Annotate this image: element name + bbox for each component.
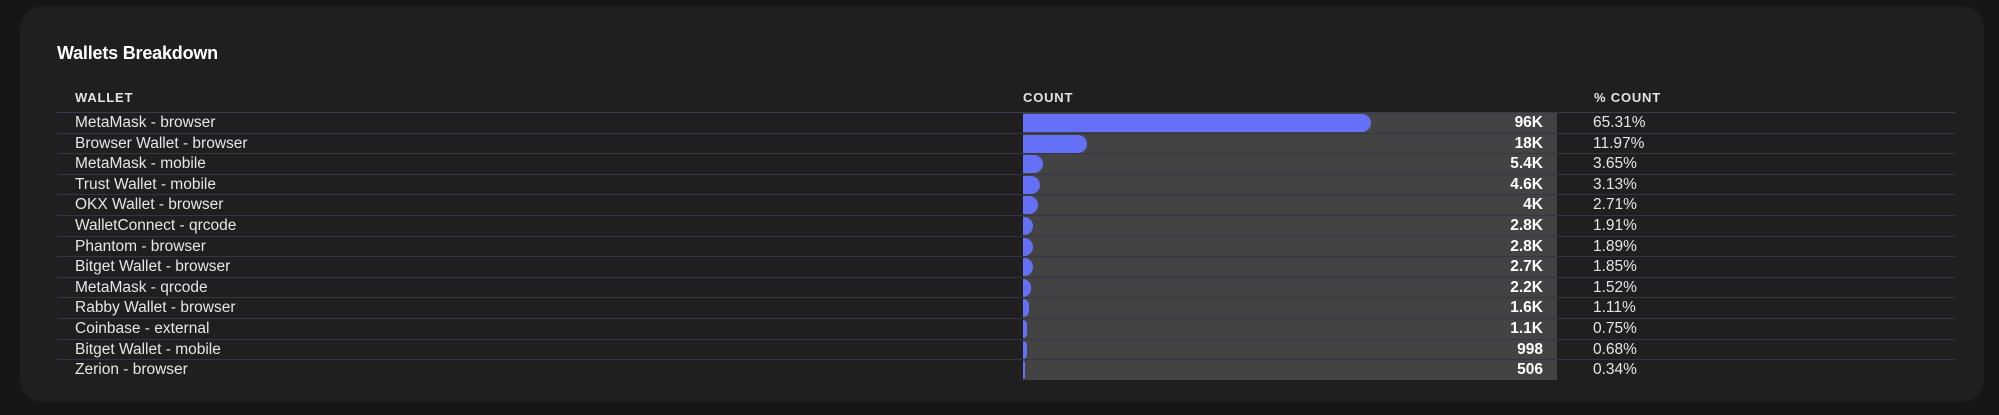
count-value: 96K <box>1514 114 1543 131</box>
count-value: 1.6K <box>1510 299 1543 317</box>
table-row[interactable]: Browser Wallet - browser 18K 11.97% <box>57 132 1955 154</box>
wallet-name: MetaMask - browser <box>75 114 216 131</box>
count-value: 2.8K <box>1510 237 1543 255</box>
pct-count-value: 3.13% <box>1593 175 1637 193</box>
count-bar <box>1023 361 1025 380</box>
count-bar-track: 998 <box>1023 339 1557 360</box>
table-row[interactable]: Bitget Wallet - mobile 998 0.68% <box>57 338 1955 360</box>
table-row[interactable]: Rabby Wallet - browser 1.6K 1.11% <box>57 297 1955 318</box>
pct-count-value: 2.71% <box>1593 196 1637 214</box>
count-bar <box>1023 299 1029 318</box>
count-bar-track: 2.2K <box>1023 277 1557 298</box>
count-bar-track: 1.1K <box>1023 318 1557 339</box>
column-header-pct-count[interactable]: % COUNT <box>1594 90 1661 105</box>
count-value: 4.6K <box>1510 175 1543 193</box>
wallet-name: MetaMask - mobile <box>75 155 206 173</box>
count-value: 18K <box>1514 134 1543 152</box>
wallet-name: Bitget Wallet - mobile <box>75 340 221 358</box>
table-row[interactable]: MetaMask - mobile 5.4K 3.65% <box>57 153 1955 174</box>
count-bar-track: 2.7K <box>1023 257 1557 277</box>
pct-count-value: 3.65% <box>1593 155 1637 173</box>
count-bar <box>1023 319 1027 338</box>
wallet-name: OKX Wallet - browser <box>75 196 224 214</box>
count-bar <box>1023 258 1033 277</box>
table-row[interactable]: Phantom - browser 2.8K 1.89% <box>57 235 1955 257</box>
wallet-name: Bitget Wallet - browser <box>75 258 231 276</box>
table-row[interactable]: MetaMask - browser 96K 65.31% <box>57 112 1955 133</box>
wallet-name: WalletConnect - qrcode <box>75 216 237 234</box>
count-bar-track: 4K <box>1023 195 1557 215</box>
column-header-wallet[interactable]: WALLET <box>75 90 133 105</box>
count-bar-track: 96K <box>1023 113 1557 133</box>
card-title: Wallets Breakdown <box>57 43 218 63</box>
count-value: 2.8K <box>1510 216 1543 234</box>
pct-count-value: 11.97% <box>1593 134 1645 152</box>
wallet-name: Zerion - browser <box>75 361 188 379</box>
count-bar-track: 4.6K <box>1023 174 1557 195</box>
count-bar <box>1023 237 1033 256</box>
wallets-table-body: MetaMask - browser 96K 65.31% Browser Walle… <box>57 112 1955 380</box>
count-bar-track: 5.4K <box>1023 154 1557 174</box>
count-bar <box>1023 340 1027 359</box>
count-bar-track: 1.6K <box>1023 298 1557 318</box>
count-bar <box>1023 278 1031 297</box>
pct-count-value: 1.85% <box>1593 258 1637 276</box>
count-bar <box>1023 155 1043 174</box>
pct-count-value: 0.34% <box>1593 361 1637 379</box>
pct-count-value: 1.52% <box>1593 278 1637 296</box>
pct-count-value: 0.68% <box>1593 340 1637 358</box>
count-bar <box>1023 216 1033 235</box>
count-bar <box>1023 114 1371 132</box>
count-bar <box>1023 175 1040 194</box>
column-header-count[interactable]: COUNT <box>1023 90 1073 105</box>
table-row[interactable]: Bitget Wallet - browser 2.7K 1.85% <box>57 256 1955 277</box>
count-value: 998 <box>1517 340 1543 358</box>
count-bar-track: 2.8K <box>1023 215 1557 236</box>
count-bar <box>1023 196 1038 215</box>
table-row[interactable]: OKX Wallet - browser 4K 2.71% <box>57 194 1955 215</box>
wallet-name: MetaMask - qrcode <box>75 278 208 296</box>
pct-count-value: 1.11% <box>1593 299 1636 317</box>
count-bar-track: 506 <box>1023 360 1557 380</box>
pct-count-value: 1.89% <box>1593 237 1637 255</box>
pct-count-value: 0.75% <box>1593 319 1637 337</box>
table-row[interactable]: MetaMask - qrcode 2.2K 1.52% <box>57 276 1955 298</box>
wallet-name: Coinbase - external <box>75 319 210 337</box>
count-value: 5.4K <box>1510 155 1543 173</box>
table-row[interactable]: Trust Wallet - mobile 4.6K 3.13% <box>57 173 1955 195</box>
wallet-name: Rabby Wallet - browser <box>75 299 236 317</box>
wallet-name: Trust Wallet - mobile <box>75 175 216 193</box>
count-value: 4K <box>1523 196 1543 214</box>
table-row[interactable]: Zerion - browser 506 0.34% <box>57 359 1955 380</box>
table-row[interactable]: Coinbase - external 1.1K 0.75% <box>57 317 1955 339</box>
count-bar-track: 2.8K <box>1023 236 1557 257</box>
count-value: 2.2K <box>1510 278 1543 296</box>
count-value: 506 <box>1517 361 1543 379</box>
count-value: 2.7K <box>1510 258 1543 276</box>
wallet-name: Phantom - browser <box>75 237 206 255</box>
count-bar <box>1023 134 1087 153</box>
pct-count-value: 65.31% <box>1593 114 1646 131</box>
count-bar-track: 18K <box>1023 133 1557 154</box>
count-value: 1.1K <box>1510 319 1543 337</box>
pct-count-value: 1.91% <box>1593 216 1637 234</box>
wallet-name: Browser Wallet - browser <box>75 134 248 152</box>
table-row[interactable]: WalletConnect - qrcode 2.8K 1.91% <box>57 214 1955 236</box>
